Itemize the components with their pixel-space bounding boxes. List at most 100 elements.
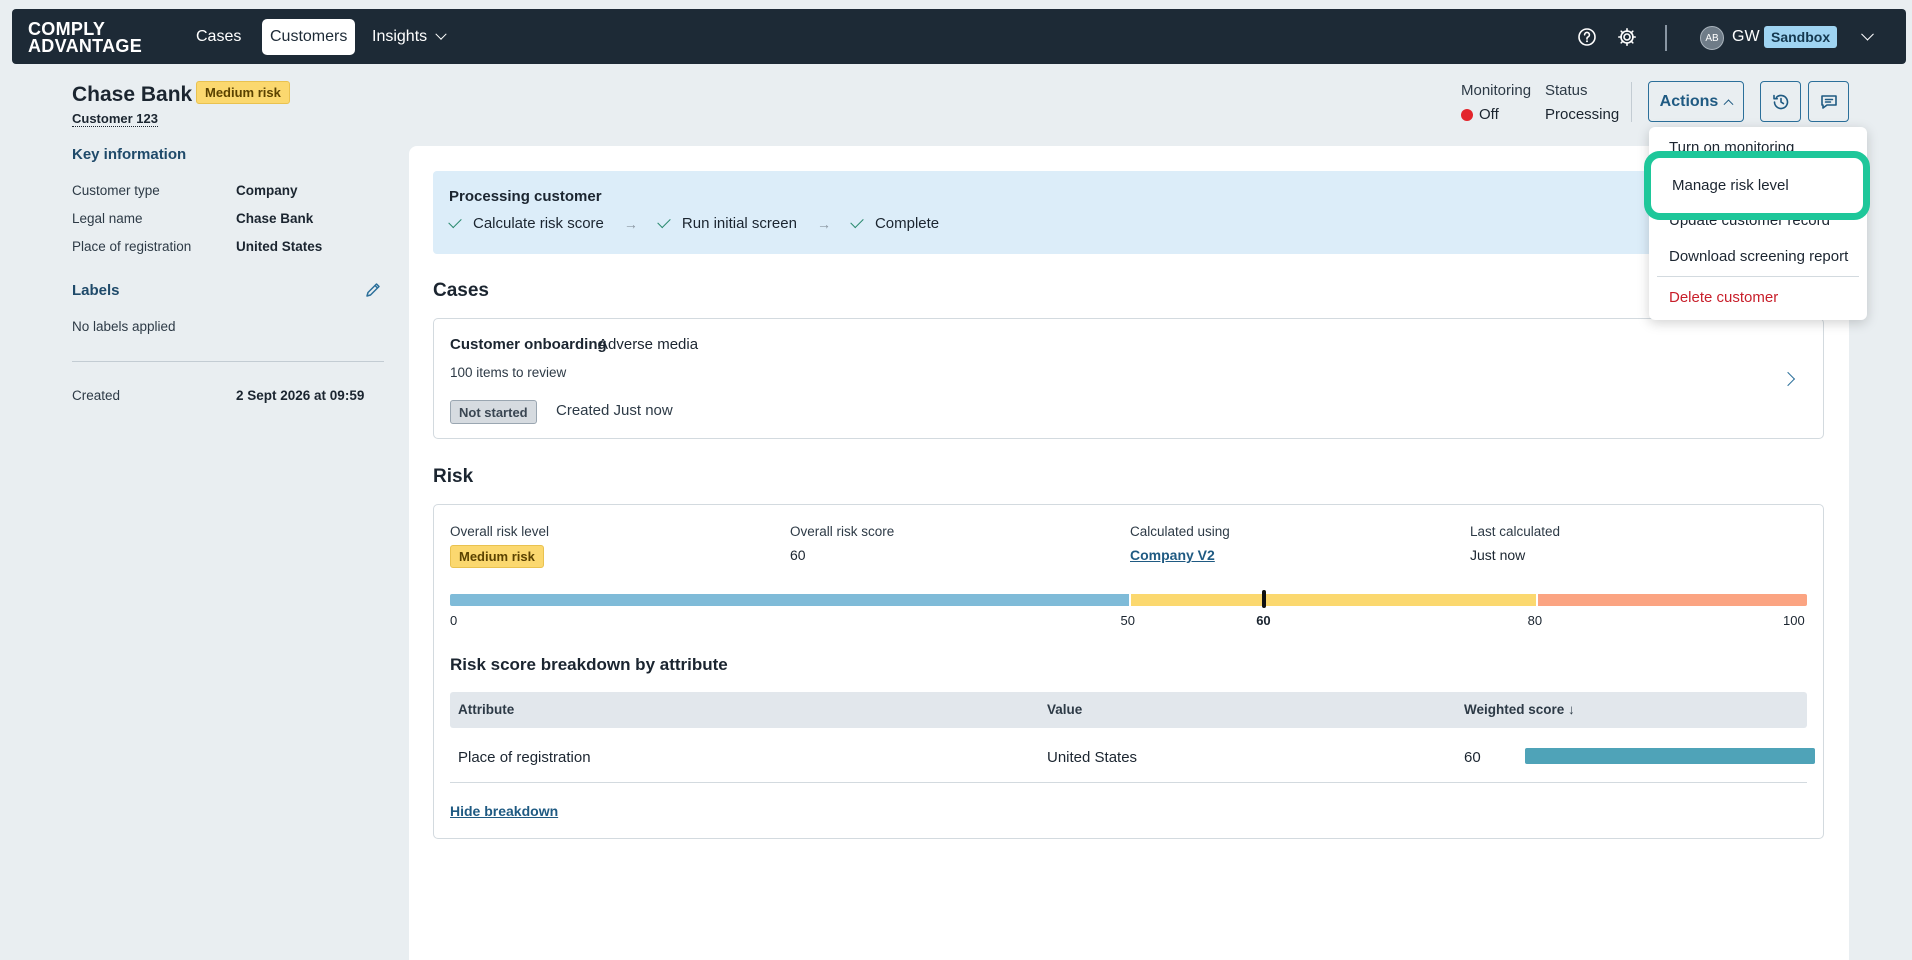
row-value: United States (1047, 749, 1138, 766)
menu-item-download-screening-report[interactable]: Download screening report (1669, 248, 1848, 265)
case-type: Customer onboarding (450, 336, 607, 353)
monitoring-value: Off (1461, 106, 1499, 123)
field-label-place-of-registration: Place of registration (72, 239, 192, 254)
last-calculated-value: Just now (1470, 547, 1526, 563)
nav-divider (1665, 25, 1667, 51)
nav-customers-label: Customers (270, 28, 348, 45)
labels-heading: Labels (72, 282, 120, 299)
field-label-customer-type: Customer type (72, 183, 160, 198)
calculated-using-label: Calculated using (1130, 524, 1230, 539)
user-initials[interactable]: GW (1732, 28, 1760, 46)
risk-score-marker (1262, 590, 1267, 608)
overall-risk-score-value: 60 (790, 547, 806, 563)
step-run-initial-screen: Run initial screen (657, 214, 797, 232)
status-value: Processing (1545, 106, 1620, 123)
step-label: Complete (874, 215, 940, 232)
actions-button[interactable]: Actions (1648, 81, 1744, 122)
risk-level-badge: Medium risk (196, 81, 290, 104)
check-icon (850, 214, 864, 229)
check-icon (657, 214, 671, 229)
menu-item-delete-customer[interactable]: Delete customer (1669, 289, 1778, 306)
logo-line-2: ADVANTAGE (28, 36, 143, 56)
processing-steps: Calculate risk score → Run initial scree… (448, 214, 940, 232)
comply-advantage-logo[interactable]: COMPLY ADVANTAGE (28, 20, 143, 56)
overall-risk-score-label: Overall risk score (790, 524, 895, 539)
case-items-count: 100 items to review (450, 365, 567, 380)
nav-insights-label: Insights (372, 28, 428, 45)
monitoring-value-text: Off (1479, 106, 1499, 123)
column-weighted-score[interactable]: Weighted score ↓ (1464, 702, 1575, 717)
step-label: Calculate risk score (473, 215, 604, 232)
sidebar-divider (72, 361, 384, 362)
check-icon (448, 214, 462, 229)
risk-band-1 (1130, 594, 1536, 606)
comments-button[interactable] (1808, 81, 1849, 122)
scale-tick-0: 0 (450, 613, 458, 628)
no-labels-text: No labels applied (72, 319, 176, 334)
account-menu-chevron-icon[interactable] (1861, 27, 1874, 41)
cases-heading: Cases (433, 280, 489, 301)
history-icon (1772, 94, 1788, 109)
main-panel: Processing customer Calculate risk score… (409, 146, 1849, 960)
nav-cases-label: Cases (196, 28, 242, 45)
overall-risk-level-badge: Medium risk (450, 545, 544, 568)
manage-risk-level-label: Manage risk level (1672, 177, 1789, 194)
monitoring-label: Monitoring (1461, 82, 1532, 99)
field-value-legal-name: Chase Bank (236, 211, 314, 226)
nav-customers[interactable]: Customers (262, 19, 356, 55)
field-value-place-of-registration: United States (236, 239, 323, 254)
customer-name: Chase Bank (72, 83, 193, 106)
scale-tick-80: 80 (1527, 613, 1543, 628)
edit-labels-pencil-icon[interactable] (364, 281, 382, 299)
menu-divider (1657, 276, 1859, 277)
processing-banner: Processing customer Calculate risk score… (433, 171, 1825, 254)
header-divider (1631, 82, 1632, 122)
scale-tick-100: 100 (1783, 613, 1805, 628)
risk-heading: Risk (433, 466, 474, 487)
breakdown-heading: Risk score breakdown by attribute (450, 655, 728, 674)
status-label: Status (1545, 82, 1588, 99)
calculated-using-link[interactable]: Company V2 (1130, 547, 1215, 563)
column-value: Value (1047, 702, 1083, 717)
chevron-down-icon (435, 28, 447, 40)
user-avatar[interactable]: AB (1700, 26, 1724, 50)
menu-item-manage-risk-level[interactable]: Manage risk level (1644, 151, 1870, 220)
breakdown-table-header: Attribute Value Weighted score ↓ (450, 692, 1807, 728)
step-label: Run initial screen (681, 215, 797, 232)
settings-gear-icon[interactable] (1617, 27, 1637, 47)
created-label: Created (72, 388, 121, 403)
case-subtype: Adverse media (598, 336, 699, 353)
nav-insights[interactable]: Insights (364, 19, 453, 55)
weighted-score-bar (1525, 748, 1815, 764)
arrow-right-icon: → (816, 215, 831, 232)
customer-id[interactable]: Customer 123 (72, 111, 158, 127)
risk-card: Overall risk level Medium risk Overall r… (433, 504, 1824, 839)
top-navigation: COMPLY ADVANTAGE Cases Customers Insight… (12, 9, 1906, 64)
step-calculate-risk: Calculate risk score (448, 214, 604, 232)
actions-button-label: Actions (1659, 92, 1719, 110)
hide-breakdown-link[interactable]: Hide breakdown (450, 803, 558, 819)
chevron-up-icon (1723, 99, 1734, 110)
arrow-right-icon: → (623, 215, 638, 232)
environment-badge: Sandbox (1764, 26, 1838, 48)
chevron-right-icon[interactable] (1780, 371, 1796, 387)
row-score: 60 (1464, 749, 1481, 766)
step-complete: Complete (850, 214, 940, 232)
overall-risk-level-label: Overall risk level (450, 524, 550, 539)
comment-icon (1820, 94, 1837, 109)
risk-band-2 (1537, 594, 1807, 606)
processing-title: Processing customer (449, 188, 602, 205)
nav-cases[interactable]: Cases (188, 19, 249, 55)
scale-tick-60: 60 (1256, 613, 1271, 628)
scale-tick-50: 50 (1120, 613, 1135, 628)
help-icon[interactable] (1577, 27, 1597, 47)
field-value-customer-type: Company (236, 183, 298, 198)
key-information-heading: Key information (72, 146, 187, 163)
row-attribute: Place of registration (458, 749, 591, 766)
table-row-divider (450, 782, 1807, 783)
column-attribute: Attribute (458, 702, 515, 717)
history-button[interactable] (1760, 81, 1801, 122)
last-calculated-label: Last calculated (1470, 524, 1561, 539)
case-card[interactable]: Customer onboarding Adverse media 100 it… (433, 318, 1824, 439)
created-value: 2 Sept 2026 at 09:59 (236, 388, 365, 403)
